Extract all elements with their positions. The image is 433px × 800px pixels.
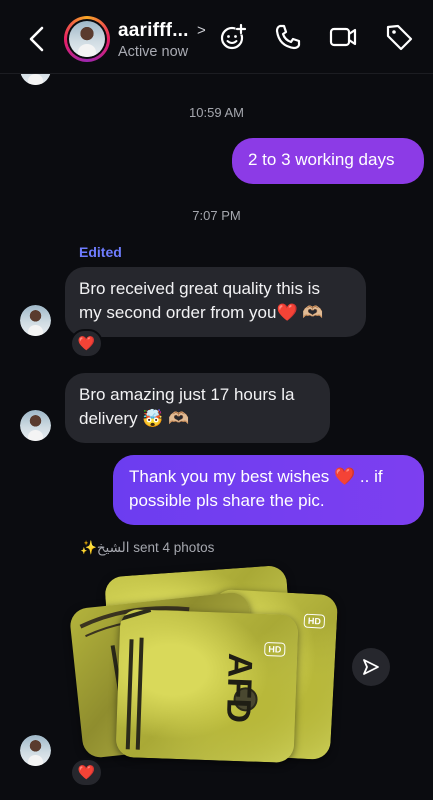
chat-header: aarifff... > Active now	[0, 0, 433, 74]
sender-avatar[interactable]	[20, 305, 51, 336]
sender-avatar[interactable]	[20, 410, 51, 441]
message-text: my second order from you❤️ 🫶🏼	[79, 303, 324, 322]
timestamp: 7:07 PM	[192, 208, 241, 223]
message-text: Thank you my best wishes ❤️ .. if	[129, 467, 383, 486]
hd-badge: HD	[303, 613, 326, 629]
active-status: Active now	[118, 44, 189, 60]
tag-icon[interactable]	[384, 22, 414, 52]
message-text: 2 to 3 working days	[248, 150, 395, 169]
contact-avatar[interactable]	[64, 16, 110, 62]
timestamp: 10:59 AM	[189, 105, 244, 120]
svg-text:AFD: AFD	[219, 652, 259, 723]
heart-reaction[interactable]: ❤️	[70, 329, 103, 358]
add-emoji-icon[interactable]	[218, 22, 248, 52]
back-arrow-icon[interactable]	[24, 24, 50, 54]
message-text: delivery 🤯 🫶🏼	[79, 409, 190, 428]
message-text: Bro amazing just 17 hours la	[79, 385, 295, 404]
contact-name[interactable]: aarifff...	[118, 20, 189, 42]
hd-badge: HD	[264, 641, 286, 657]
share-send-icon[interactable]	[352, 648, 390, 686]
sender-avatar[interactable]	[20, 735, 51, 766]
incoming-message[interactable]: Bro received great quality this is my se…	[65, 267, 366, 337]
chevron-right-icon[interactable]: >	[197, 22, 206, 39]
edited-label: Edited	[79, 244, 122, 260]
phone-icon[interactable]	[273, 22, 303, 52]
photo-thumbnail[interactable]: AFD HD	[115, 608, 299, 764]
message-text: possible pls share the pic.	[129, 491, 325, 510]
photos-caption: ✨الشيخ sent 4 photos	[80, 540, 215, 555]
outgoing-message[interactable]: Thank you my best wishes ❤️ .. if possib…	[113, 455, 424, 525]
message-text: Bro received great quality this is	[79, 279, 320, 298]
heart-reaction[interactable]: ❤️	[70, 758, 103, 787]
video-camera-icon[interactable]	[328, 22, 358, 52]
outgoing-message[interactable]: 2 to 3 working days	[232, 138, 424, 184]
incoming-message[interactable]: Bro amazing just 17 hours la delivery 🤯 …	[65, 373, 330, 443]
